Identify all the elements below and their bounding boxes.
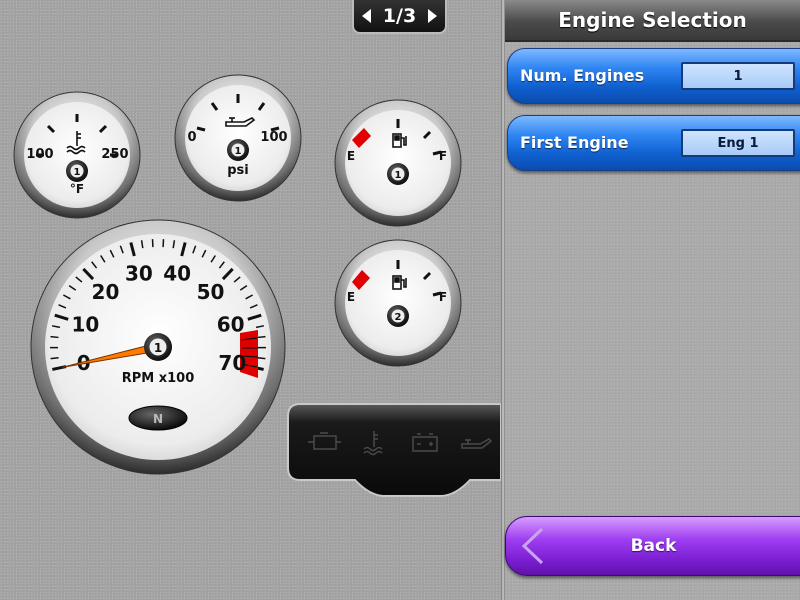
tachometer-needle xyxy=(62,342,160,368)
gear-indicator-label: N xyxy=(153,412,163,426)
fuel-gauge-1: E F 1 xyxy=(334,99,462,227)
tachometer-ticks xyxy=(49,239,267,371)
tachometer-minor-tick xyxy=(257,357,266,360)
tachometer-tick-label: 70 xyxy=(218,351,246,375)
tachometer-minor-tick xyxy=(140,240,144,249)
tachometer-minor-tick xyxy=(75,276,83,283)
tachometer-tick-label: 10 xyxy=(71,313,99,337)
fuel-pump-icon xyxy=(392,275,407,290)
fuel-1-full-label: F xyxy=(439,149,447,163)
tachometer-major-tick xyxy=(129,242,136,257)
tachometer-minor-tick xyxy=(257,335,266,339)
temperature-max-label: 250 xyxy=(101,147,128,162)
tachometer-major-tick xyxy=(54,313,69,321)
tachometer-redline xyxy=(240,330,258,378)
tachometer-minor-tick xyxy=(201,249,207,258)
tachometer-minor-tick xyxy=(239,285,248,291)
tachometer-minor-tick xyxy=(245,294,254,300)
tachometer-minor-tick xyxy=(192,245,197,254)
temperature-unit: °F xyxy=(70,182,84,196)
tachometer-major-tick xyxy=(82,267,95,281)
oil-pressure-icon xyxy=(461,438,493,449)
tachometer-engine-number: 1 xyxy=(154,341,162,355)
tachometer-minor-tick xyxy=(172,240,176,249)
back-button[interactable]: Back xyxy=(505,516,800,576)
engine-selection-panel: Engine Selection Num. Engines 1 First En… xyxy=(505,0,800,600)
tachometer-minor-tick xyxy=(50,357,59,360)
tachometer-minor-tick xyxy=(91,261,98,269)
temperature-gauge: 100 250 1 °F xyxy=(13,91,141,219)
page-indicator-label: 1/3 xyxy=(382,5,417,27)
tachometer-tick-label: 60 xyxy=(217,313,245,337)
fuel-pump-icon xyxy=(392,133,407,148)
tachometer-tick-label: 30 xyxy=(125,261,153,285)
oil-pressure-min-label: 0 xyxy=(187,130,196,145)
next-page-icon[interactable] xyxy=(427,9,437,23)
tachometer-minor-tick xyxy=(233,276,241,283)
tachometer-labels: 0102030 40506070 xyxy=(71,261,246,374)
tachometer-minor-tick xyxy=(100,255,106,263)
gauge-area: 1/3 100 250 1 °F 0 100 1 psi E F 1 E F 2… xyxy=(0,0,501,600)
num-engines-label: Num. Engines xyxy=(520,66,645,85)
fuel-2-full-label: F xyxy=(439,290,447,304)
tachometer-minor-tick xyxy=(68,285,77,291)
tachometer-minor-tick xyxy=(51,325,61,329)
fuel-2-empty-label: E xyxy=(347,290,355,304)
oil-pressure-max-label: 100 xyxy=(260,130,287,145)
tachometer-major-tick xyxy=(221,267,234,281)
tachometer-minor-tick xyxy=(119,245,124,254)
tachometer-minor-tick xyxy=(109,249,115,258)
tachometer-minor-tick xyxy=(218,261,225,269)
tachometer-minor-tick xyxy=(249,304,258,309)
fuel-1-empty-label: E xyxy=(347,149,355,163)
fuel-1-engine-number: 1 xyxy=(395,170,402,181)
gear-indicator xyxy=(128,405,188,431)
fuel-gauge-2: E F 2 xyxy=(334,239,462,367)
gauges-svg: 100 250 1 °F 0 100 1 psi E F 1 E F 2 010… xyxy=(13,74,501,497)
check-engine-icon xyxy=(308,432,341,450)
tachometer-minor-tick xyxy=(210,255,216,263)
tachometer-minor-tick xyxy=(62,294,71,300)
back-arrow-icon xyxy=(521,527,544,565)
panel-title: Engine Selection xyxy=(505,0,800,42)
tachometer-major-tick xyxy=(249,365,264,371)
temperature-min-label: 100 xyxy=(26,147,53,162)
fuel-2-low-zone xyxy=(352,270,370,290)
tachometer-minor-tick xyxy=(58,304,67,309)
page-indicator[interactable]: 1/3 xyxy=(352,0,447,34)
tachometer-tick-label: 50 xyxy=(197,280,225,304)
oil-pressure-gauge: 0 100 1 psi xyxy=(174,74,302,202)
tachometer-gauge: 0102030 40506070 1 RPM x100 N xyxy=(30,219,286,475)
temperature-engine-number: 1 xyxy=(74,167,81,178)
tachometer-major-tick xyxy=(247,313,262,321)
first-engine-label: First Engine xyxy=(520,133,629,152)
tachometer-tick-label: 0 xyxy=(77,351,91,375)
tachometer-minor-tick xyxy=(50,335,59,339)
tachometer-minor-tick xyxy=(255,325,265,329)
tachometer-major-tick xyxy=(180,242,187,257)
first-engine-value[interactable]: Eng 1 xyxy=(681,129,795,157)
fuel-2-engine-number: 2 xyxy=(395,312,402,323)
tachometer-tick-label: 20 xyxy=(92,280,120,304)
warning-light-panel xyxy=(287,403,501,497)
previous-page-icon[interactable] xyxy=(362,9,371,23)
tachometer-tick-label: 40 xyxy=(163,261,191,285)
battery-icon xyxy=(412,433,438,452)
tachometer-unit: RPM x100 xyxy=(122,371,195,386)
oil-can-icon xyxy=(225,117,256,127)
back-button-label: Back xyxy=(630,536,677,556)
fuel-1-low-zone xyxy=(352,128,371,148)
tachometer-major-tick xyxy=(52,365,67,371)
first-engine-setting[interactable]: First Engine Eng 1 xyxy=(507,115,800,171)
coolant-temp-icon xyxy=(363,431,383,456)
oil-pressure-unit: psi xyxy=(227,163,249,178)
oil-pressure-engine-number: 1 xyxy=(235,146,242,157)
coolant-temp-icon xyxy=(66,131,86,155)
num-engines-setting[interactable]: Num. Engines 1 xyxy=(507,48,800,104)
num-engines-value[interactable]: 1 xyxy=(681,62,795,90)
